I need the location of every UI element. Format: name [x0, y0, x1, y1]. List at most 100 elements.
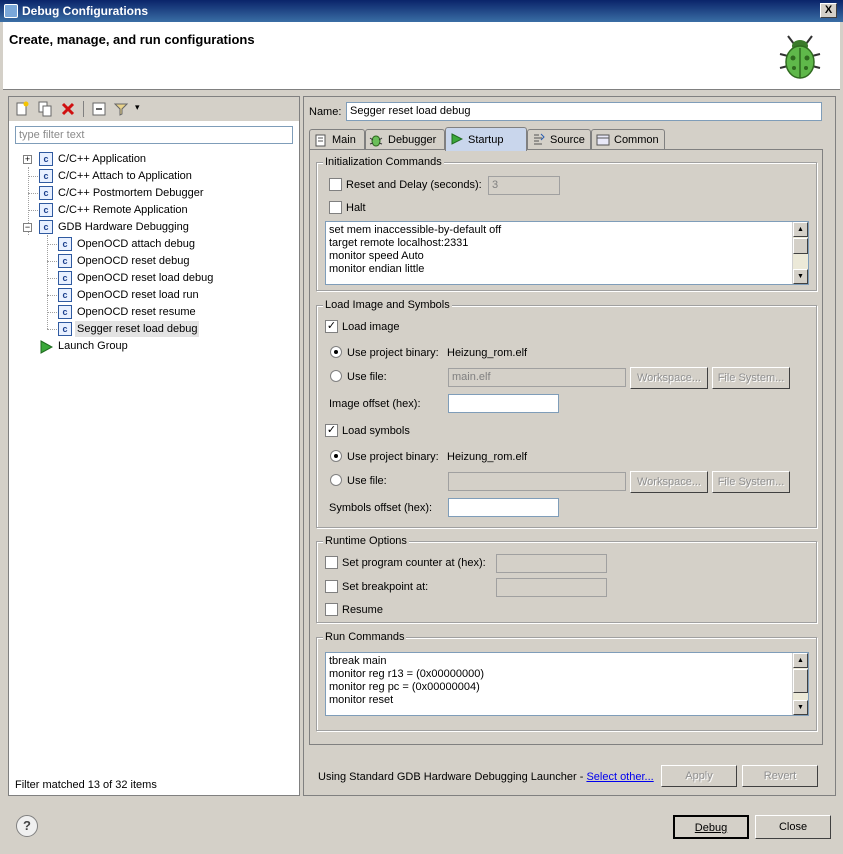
filter-menu-chevron-icon[interactable]: ▾ — [135, 102, 140, 113]
tab-debugger[interactable]: Debugger — [365, 129, 445, 150]
run-commands-textarea[interactable]: tbreak main monitor reg r13 = (0x0000000… — [325, 652, 809, 716]
scroll-up-icon[interactable]: ▲ — [793, 222, 808, 237]
load-symbols-checkbox[interactable]: ✓ — [325, 424, 338, 437]
tree-item-segger-reset-load-debug[interactable]: c Segger reset load debug — [9, 321, 299, 338]
initialization-commands-group: Initialization Commands Reset and Delay … — [316, 156, 817, 291]
run-commands-scrollbar[interactable]: ▲ ▼ — [792, 653, 808, 715]
launcher-text: Using Standard GDB Hardware Debugging La… — [318, 771, 587, 783]
new-configuration-icon[interactable] — [14, 101, 30, 117]
expand-icon[interactable]: + — [23, 155, 32, 164]
image-offset-field[interactable] — [448, 394, 559, 413]
tree-item-openocd-reset-load-run[interactable]: c OpenOCD reset load run — [9, 287, 299, 304]
tab-common[interactable]: Common — [591, 129, 665, 150]
filter-input[interactable]: type filter text — [15, 126, 293, 144]
halt-checkbox[interactable] — [329, 201, 342, 214]
tree-item-c-cpp-remote[interactable]: c C/C++ Remote Application — [9, 202, 299, 219]
tree-item-gdb-hardware-debugging[interactable]: − c GDB Hardware Debugging — [9, 219, 299, 236]
tree-item-label: C/C++ Remote Application — [58, 204, 188, 216]
tree-connector — [28, 176, 38, 177]
tab-startup[interactable]: Startup — [445, 127, 527, 151]
c-config-icon: c — [39, 169, 53, 183]
tab-source[interactable]: Source — [527, 129, 591, 150]
symbols-use-project-binary-radio[interactable] — [330, 450, 342, 462]
command-line: monitor reg r13 = (0x00000000) — [329, 668, 485, 680]
reset-and-delay-checkbox[interactable] — [329, 178, 342, 191]
image-file-field[interactable]: main.elf — [448, 368, 626, 387]
symbols-file-system-button[interactable]: File System... — [712, 471, 790, 493]
tree-connector — [47, 295, 57, 296]
load-image-checkbox[interactable]: ✓ — [325, 320, 338, 333]
banner-title: Create, manage, and run configurations — [9, 32, 255, 47]
image-file-system-button[interactable]: File System... — [712, 367, 790, 389]
filter-status: Filter matched 13 of 32 items — [15, 779, 157, 791]
tree-item-openocd-reset-resume[interactable]: c OpenOCD reset resume — [9, 304, 299, 321]
set-breakpoint-checkbox[interactable] — [325, 580, 338, 593]
run-command-lines: tbreak main monitor reg r13 = (0x0000000… — [329, 655, 484, 707]
configuration-list-panel: ▾ type filter text + c C/C++ Application… — [8, 96, 300, 796]
common-tab-icon — [596, 134, 610, 146]
group-title: Run Commands — [323, 631, 407, 643]
symbols-file-field[interactable] — [448, 472, 626, 491]
startup-tab-icon — [451, 133, 463, 145]
reset-delay-field[interactable]: 3 — [488, 176, 560, 195]
duplicate-configuration-icon[interactable] — [37, 101, 53, 117]
tree-item-openocd-reset-debug[interactable]: c OpenOCD reset debug — [9, 253, 299, 270]
scroll-thumb[interactable] — [793, 238, 808, 254]
set-program-counter-checkbox[interactable] — [325, 556, 338, 569]
configuration-editor: Name: Segger reset load debug Main Debug… — [303, 96, 836, 796]
tree-item-label: OpenOCD reset resume — [77, 306, 196, 318]
tab-label: Debugger — [388, 134, 437, 146]
scroll-down-icon[interactable]: ▼ — [793, 700, 808, 715]
tree-item-launch-group[interactable]: Launch Group — [9, 338, 299, 355]
resume-checkbox[interactable] — [325, 603, 338, 616]
command-line: monitor reset — [329, 694, 394, 706]
command-line: monitor reg pc = (0x00000004) — [329, 681, 480, 693]
scroll-thumb[interactable] — [793, 669, 808, 693]
tree-item-c-cpp-application[interactable]: + c C/C++ Application — [9, 151, 299, 168]
select-other-link[interactable]: Select other... — [586, 771, 653, 783]
set-program-counter-label: Set program counter at (hex): — [342, 557, 486, 569]
tree-connector — [47, 261, 57, 262]
name-field[interactable]: Segger reset load debug — [346, 102, 822, 121]
tab-label: Common — [614, 134, 659, 146]
tree-connector — [28, 210, 38, 211]
help-icon[interactable]: ? — [16, 815, 38, 837]
tree-item-openocd-attach-debug[interactable]: c OpenOCD attach debug — [9, 236, 299, 253]
c-config-icon: c — [58, 254, 72, 268]
tab-label: Main — [332, 134, 356, 146]
scroll-up-icon[interactable]: ▲ — [793, 653, 808, 668]
delete-configuration-icon[interactable] — [60, 101, 76, 117]
tree-item-c-cpp-attach[interactable]: c C/C++ Attach to Application — [9, 168, 299, 185]
program-counter-field[interactable] — [496, 554, 607, 573]
scroll-down-icon[interactable]: ▼ — [793, 269, 808, 284]
collapse-icon[interactable]: − — [23, 223, 32, 232]
tab-main[interactable]: Main — [309, 129, 365, 150]
run-commands-group: Run Commands tbreak main monitor reg r13… — [316, 631, 817, 731]
revert-button[interactable]: Revert — [742, 765, 818, 787]
tree-item-openocd-reset-load-debug[interactable]: c OpenOCD reset load debug — [9, 270, 299, 287]
tree-item-label: OpenOCD reset debug — [77, 255, 190, 267]
collapse-all-icon[interactable] — [91, 101, 107, 117]
tree-item-label: C/C++ Postmortem Debugger — [58, 187, 204, 199]
close-window-button[interactable]: X — [820, 3, 837, 18]
filter-icon[interactable] — [113, 101, 129, 117]
command-line: monitor speed Auto — [329, 250, 424, 262]
tree-item-label: Segger reset load debug — [75, 321, 200, 337]
group-title: Runtime Options — [323, 535, 409, 547]
image-workspace-button[interactable]: Workspace... — [630, 367, 708, 389]
init-commands-scrollbar[interactable]: ▲ ▼ — [792, 222, 808, 284]
tree-item-c-cpp-postmortem[interactable]: c C/C++ Postmortem Debugger — [9, 185, 299, 202]
init-commands-textarea[interactable]: set mem inaccessible-by-default off targ… — [325, 221, 809, 285]
symbols-workspace-button[interactable]: Workspace... — [630, 471, 708, 493]
breakpoint-field[interactable] — [496, 578, 607, 597]
toolbar-separator — [83, 101, 84, 117]
debug-button-label: Debug — [694, 822, 728, 834]
tree-item-label: OpenOCD reset load run — [77, 289, 199, 301]
image-use-project-binary-radio[interactable] — [330, 346, 342, 358]
symbols-use-file-radio[interactable] — [330, 474, 342, 486]
apply-button[interactable]: Apply — [661, 765, 737, 787]
close-button[interactable]: Close — [755, 815, 831, 839]
debug-button[interactable]: Debug — [673, 815, 749, 839]
symbols-offset-field[interactable] — [448, 498, 559, 517]
image-use-file-radio[interactable] — [330, 370, 342, 382]
